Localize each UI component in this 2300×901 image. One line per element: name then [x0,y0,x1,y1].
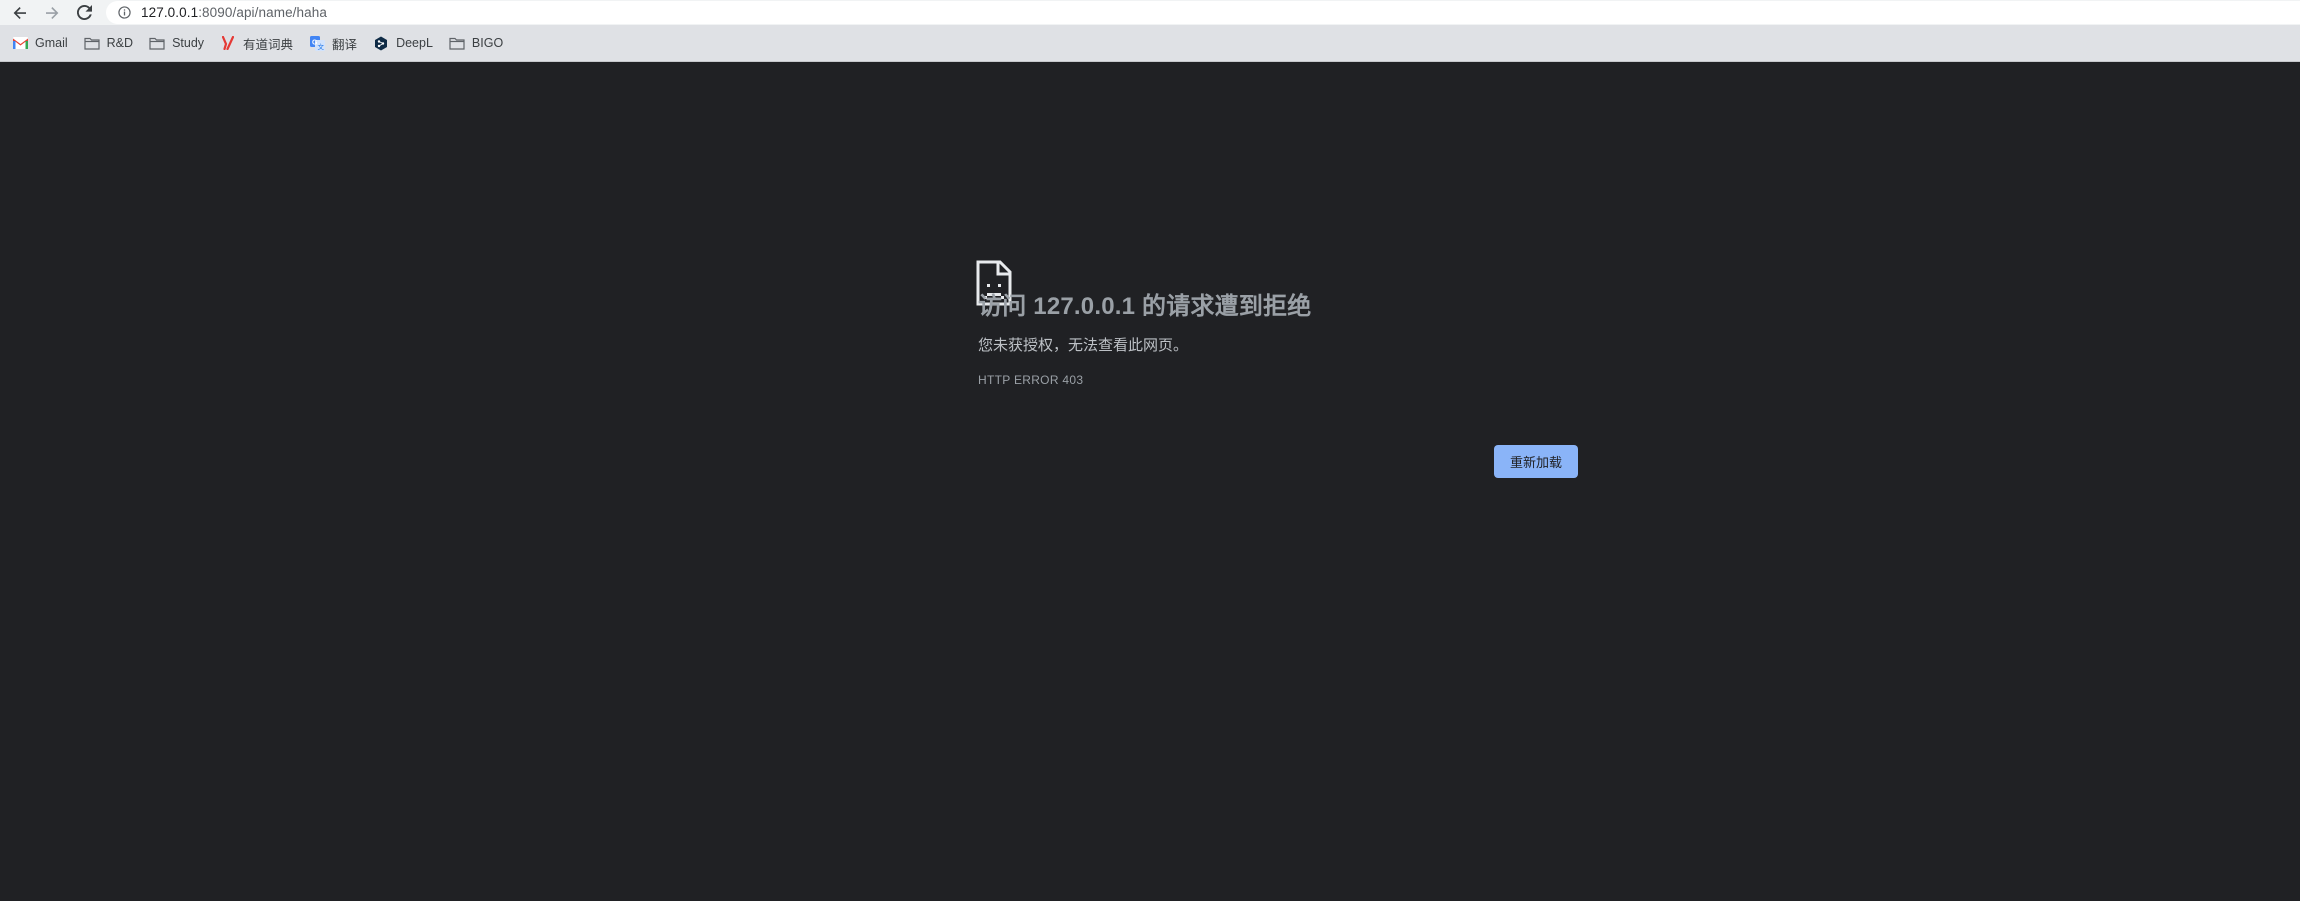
forward-arrow-icon [46,6,59,19]
reload-icon [76,5,92,20]
back-arrow-icon [13,6,26,19]
bookmark-label: Study [172,36,205,50]
address-bar[interactable]: 127.0.0.1:8090/api/name/haha [106,1,2300,24]
url-path: :8090/api/name/haha [198,5,327,20]
bookmark-label: BIGO [471,36,504,50]
folder-icon [449,35,465,51]
bookmark-label: 有道词典 [243,37,294,52]
folder-icon [149,35,165,51]
bookmark-folder-study[interactable]: Study [147,30,212,56]
url-text: 127.0.0.1:8090/api/name/haha [141,5,327,20]
bookmark-folder-rnd[interactable]: R&D [82,30,141,56]
info-icon[interactable] [117,6,131,20]
error-code: HTTP ERROR 403 [978,373,1084,387]
back-button[interactable] [4,0,36,25]
bookmark-label: Gmail [35,36,68,50]
error-page [0,63,2300,901]
forward-button[interactable] [36,0,68,25]
bookmark-gmail[interactable]: Gmail [10,30,76,56]
reload-page-button[interactable]: 重新加载 [1494,445,1578,478]
bookmark-deepl[interactable]: DeepL [371,30,441,56]
error-title: 访问 127.0.0.1 的请求遭到拒绝 [978,293,1312,320]
deepl-icon [373,35,389,51]
gmail-icon [12,35,28,51]
browser-toolbar: 127.0.0.1:8090/api/name/haha [0,0,2300,25]
bookmark-translate[interactable]: G 文 翻译 [307,30,365,56]
bookmark-label: 翻译 [332,37,358,52]
youdao-icon [220,35,236,51]
bookmark-label: R&D [106,36,134,50]
bookmark-label: DeepL [396,36,433,50]
bookmarks-bar: Gmail R&D Study 有道词典 G 文 翻译 DeepL BIGO [0,25,2300,62]
url-host: 127.0.0.1 [141,5,199,20]
bookmark-folder-bigo[interactable]: BIGO [447,30,511,56]
svg-text:文: 文 [317,42,324,51]
folder-icon [84,35,100,51]
translate-icon: G 文 [309,35,325,51]
reload-button[interactable] [68,0,100,25]
error-description: 您未获授权，无法查看此网页。 [978,337,1189,354]
bookmark-youdao[interactable]: 有道词典 [218,30,301,56]
